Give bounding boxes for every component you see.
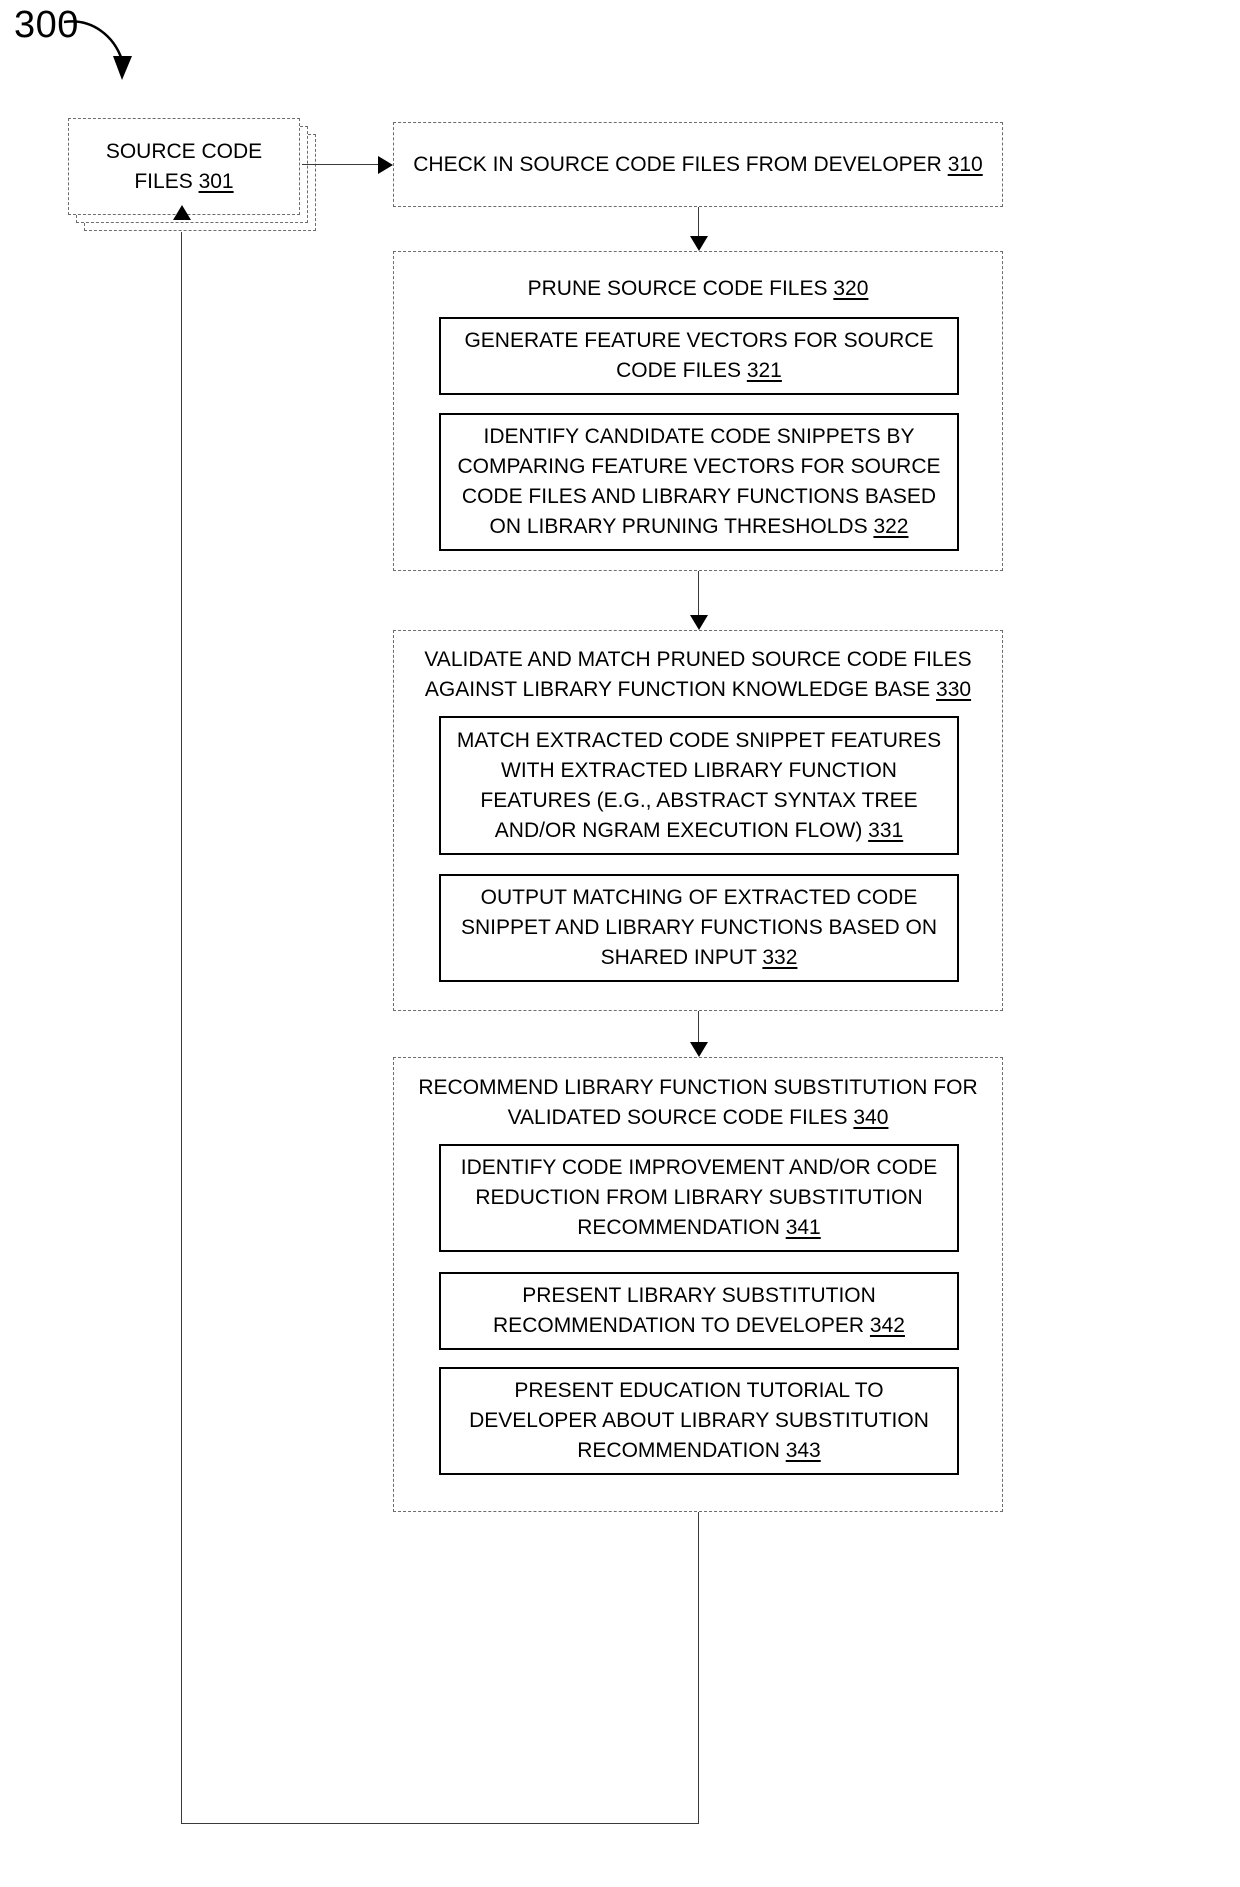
step-343-label: PRESENT EDUCATION TUTORIAL TO DEVELOPER …: [441, 1376, 957, 1466]
connector-330-to-340: [698, 1011, 699, 1046]
patent-flowchart-figure: 300 SOURCE CODE FILES 301 CHECK IN SOURC…: [0, 0, 1240, 1887]
step-330-box: VALIDATE AND MATCH PRUNED SOURCE CODE FI…: [393, 630, 1003, 1011]
feedback-connector-up: [181, 232, 182, 1824]
step-321-text: GENERATE FEATURE VECTORS FOR SOURCE CODE…: [464, 329, 934, 382]
step-321-refnum: 321: [746, 359, 782, 382]
step-320-title: PRUNE SOURCE CODE FILES 320: [394, 274, 1002, 304]
source-code-files-line2: FILES: [134, 169, 199, 193]
source-code-files-line1: SOURCE CODE: [105, 139, 263, 163]
step-332-label: OUTPUT MATCHING OF EXTRACTED CODE SNIPPE…: [441, 883, 957, 973]
step-340-refnum: 340: [853, 1106, 889, 1129]
step-310-refnum: 310: [947, 153, 983, 176]
step-330-title-text: VALIDATE AND MATCH PRUNED SOURCE CODE FI…: [424, 648, 972, 701]
step-343-box: PRESENT EDUCATION TUTORIAL TO DEVELOPER …: [439, 1367, 959, 1475]
source-code-files-refnum: 301: [198, 169, 234, 193]
arrow-head-330-to-340: [690, 1042, 708, 1057]
step-322-box: IDENTIFY CANDIDATE CODE SNIPPETS BY COMP…: [439, 413, 959, 551]
step-340-title: RECOMMEND LIBRARY FUNCTION SUBSTITUTION …: [394, 1073, 1002, 1133]
step-340-title-text: RECOMMEND LIBRARY FUNCTION SUBSTITUTION …: [418, 1076, 978, 1129]
step-310-title: CHECK IN SOURCE CODE FILES FROM DEVELOPE…: [394, 150, 1002, 180]
step-342-box: PRESENT LIBRARY SUBSTITUTION RECOMMENDAT…: [439, 1272, 959, 1350]
step-341-box: IDENTIFY CODE IMPROVEMENT AND/OR CODE RE…: [439, 1144, 959, 1252]
step-322-refnum: 322: [873, 515, 909, 538]
connector-320-to-330: [698, 571, 699, 619]
step-322-text: IDENTIFY CANDIDATE CODE SNIPPETS BY COMP…: [457, 425, 941, 538]
step-331-refnum: 331: [868, 818, 904, 842]
arrow-head-320-to-330: [690, 615, 708, 630]
source-code-files-label: SOURCE CODE FILES 301: [106, 137, 262, 197]
step-331-label: MATCH EXTRACTED CODE SNIPPET FEATURES WI…: [441, 726, 957, 846]
step-321-label: GENERATE FEATURE VECTORS FOR SOURCE CODE…: [441, 326, 957, 386]
step-342-label: PRESENT LIBRARY SUBSTITUTION RECOMMENDAT…: [441, 1281, 957, 1341]
step-310-box: CHECK IN SOURCE CODE FILES FROM DEVELOPE…: [393, 122, 1003, 207]
curved-arrow-icon: [63, 20, 132, 80]
arrow-head-301-to-310: [378, 156, 393, 174]
step-343-refnum: 343: [785, 1439, 821, 1462]
step-341-label: IDENTIFY CODE IMPROVEMENT AND/OR CODE RE…: [441, 1153, 957, 1243]
step-342-refnum: 342: [869, 1314, 905, 1337]
step-331-box: MATCH EXTRACTED CODE SNIPPET FEATURES WI…: [439, 716, 959, 855]
source-code-files-box: SOURCE CODE FILES 301: [68, 118, 300, 215]
feedback-connector-left: [181, 1823, 699, 1824]
connector-301-to-310: [302, 164, 380, 165]
step-320-box: PRUNE SOURCE CODE FILES 320 GENERATE FEA…: [393, 251, 1003, 571]
feedback-connector-down: [698, 1512, 699, 1824]
step-321-box: GENERATE FEATURE VECTORS FOR SOURCE CODE…: [439, 317, 959, 395]
step-332-text: OUTPUT MATCHING OF EXTRACTED CODE SNIPPE…: [460, 886, 938, 969]
step-341-refnum: 341: [785, 1216, 821, 1239]
step-330-title: VALIDATE AND MATCH PRUNED SOURCE CODE FI…: [394, 645, 1002, 705]
arrow-head-feedback-to-301: [173, 205, 191, 220]
step-332-box: OUTPUT MATCHING OF EXTRACTED CODE SNIPPE…: [439, 874, 959, 982]
step-320-title-text: PRUNE SOURCE CODE FILES: [527, 277, 834, 300]
step-340-box: RECOMMEND LIBRARY FUNCTION SUBSTITUTION …: [393, 1057, 1003, 1512]
step-322-label: IDENTIFY CANDIDATE CODE SNIPPETS BY COMP…: [441, 422, 957, 542]
step-343-text: PRESENT EDUCATION TUTORIAL TO DEVELOPER …: [469, 1379, 929, 1462]
step-341-text: IDENTIFY CODE IMPROVEMENT AND/OR CODE RE…: [460, 1156, 938, 1239]
step-332-refnum: 332: [762, 946, 798, 969]
step-342-text: PRESENT LIBRARY SUBSTITUTION RECOMMENDAT…: [493, 1284, 876, 1337]
step-310-title-text: CHECK IN SOURCE CODE FILES FROM DEVELOPE…: [413, 153, 948, 176]
arrow-head-310-to-320: [690, 236, 708, 251]
step-330-refnum: 330: [936, 678, 972, 701]
step-320-refnum: 320: [833, 277, 869, 300]
